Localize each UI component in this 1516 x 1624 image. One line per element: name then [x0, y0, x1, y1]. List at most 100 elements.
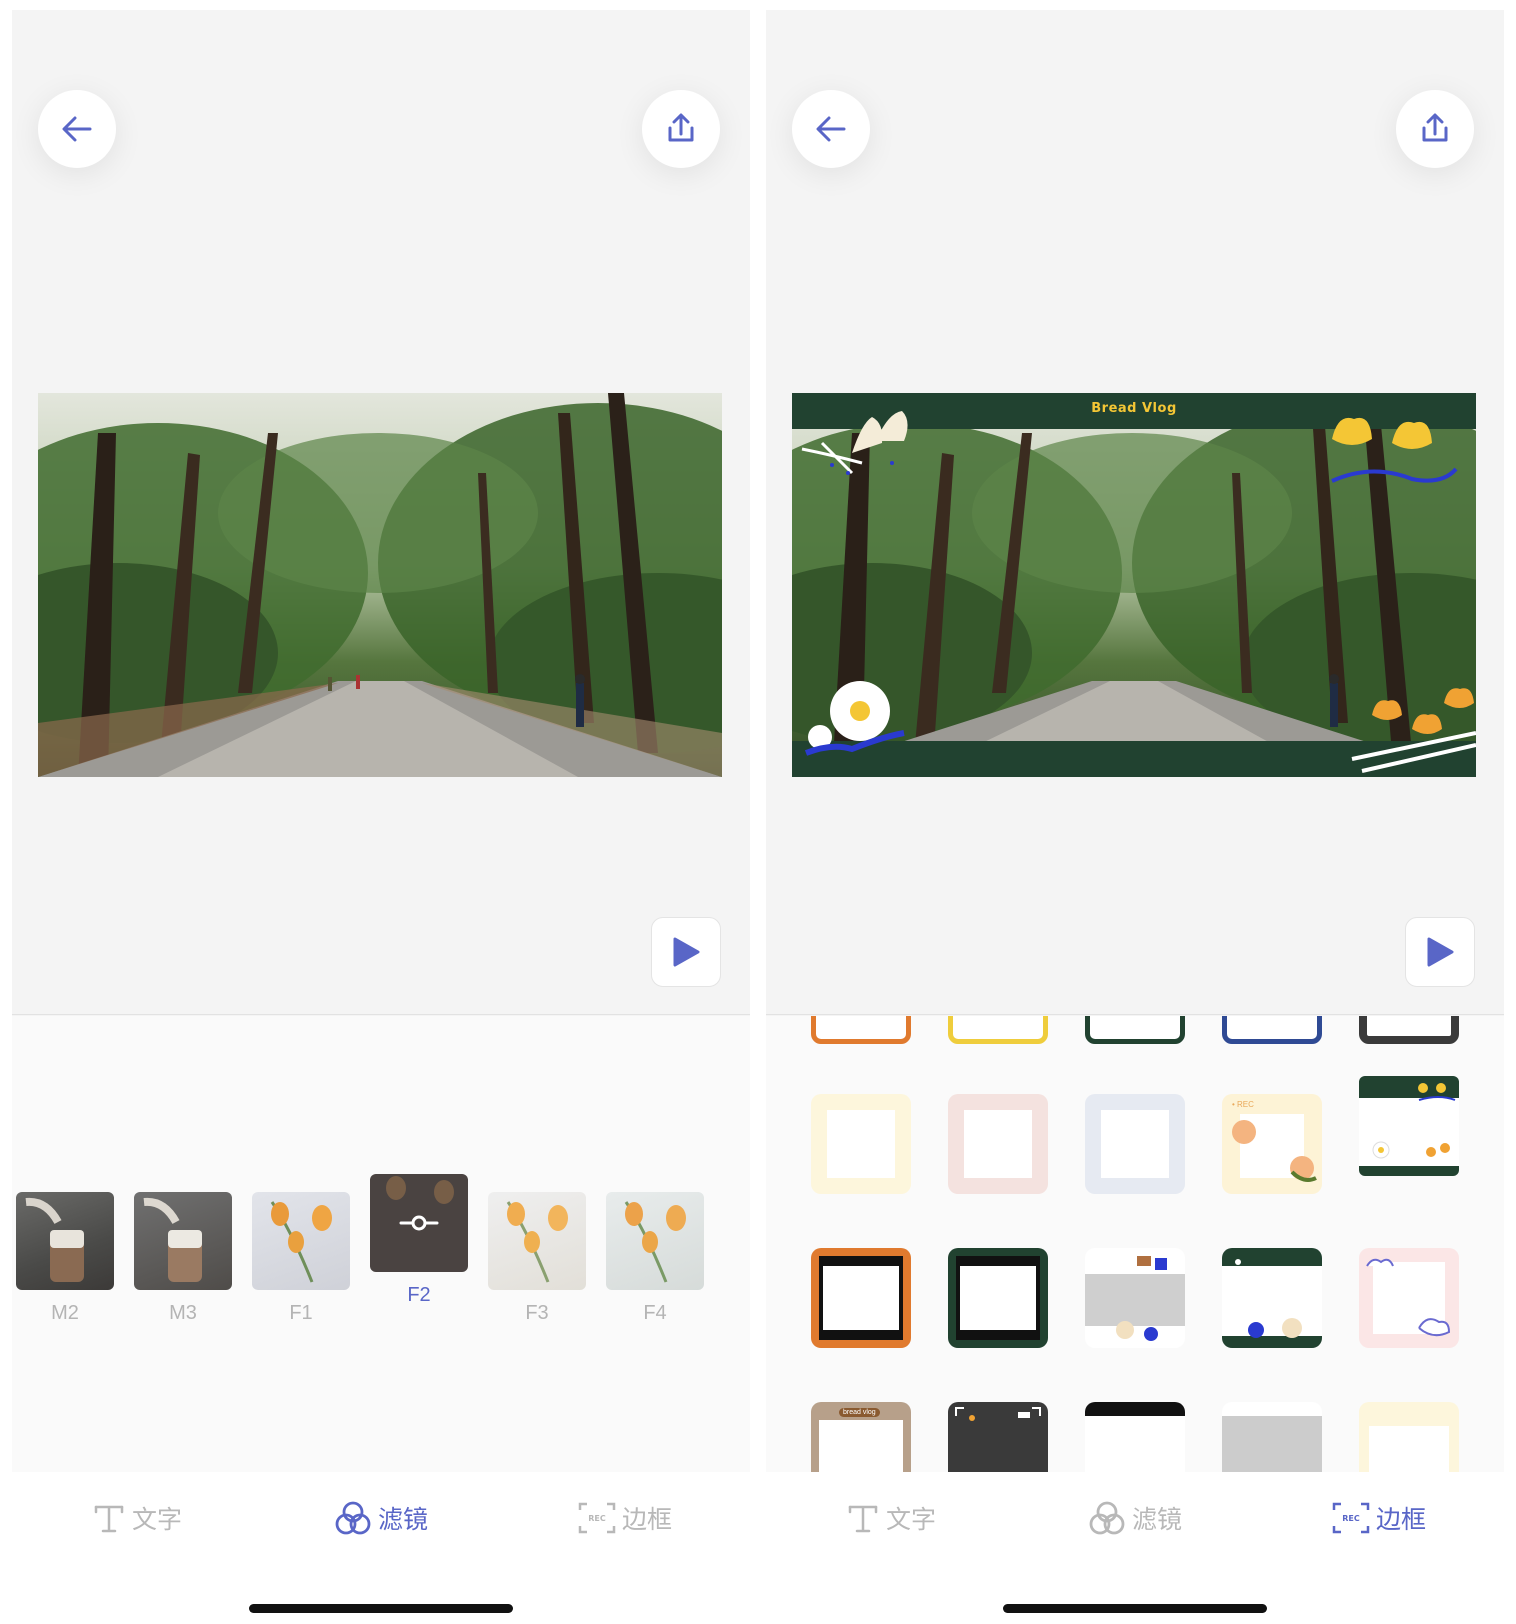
frame-option-orange-border[interactable] [811, 1016, 911, 1044]
tab-label: 边框 [622, 1506, 673, 1534]
home-indicator [1003, 1604, 1267, 1613]
screen-frame: Bread Vlog • REC bread vlog 文字 滤镜 REC 边框 [766, 10, 1504, 1616]
jar-image [25, 1197, 84, 1282]
frame-option-film-green[interactable] [948, 1248, 1048, 1348]
share-icon [668, 113, 694, 142]
filter-thumbnail [370, 1174, 468, 1272]
preview-area [12, 10, 750, 1015]
filter-thumbnail [16, 1192, 114, 1290]
filter-item-m2[interactable]: M2 [16, 1192, 114, 1325]
frame-option-bread-gray[interactable] [1085, 1248, 1185, 1348]
tulip-image [270, 1201, 332, 1283]
frame-option-film-orange[interactable] [811, 1248, 911, 1348]
tulip-image [506, 1201, 568, 1283]
frame-inner [823, 1266, 899, 1330]
frame-stickers [801, 411, 1476, 773]
tab-filter[interactable]: 滤镜 [1088, 1498, 1182, 1538]
video-preview[interactable]: Bread Vlog [792, 393, 1476, 777]
filter-list: M2 M3 F1 F2 F3 F4 [12, 1016, 750, 1472]
frame-inner [1101, 1110, 1169, 1178]
tab-label: 文字 [886, 1506, 937, 1534]
tab-text[interactable]: 文字 [846, 1498, 936, 1538]
home-indicator [249, 1604, 513, 1613]
filter-thumbnail [134, 1192, 232, 1290]
arrow-left-icon [816, 116, 846, 142]
camera-hud-icon [955, 1407, 1041, 1421]
filter-label: M2 [51, 1302, 79, 1324]
frame-option-lightblue[interactable] [1085, 1094, 1185, 1194]
tab-label: 边框 [1376, 1506, 1427, 1534]
tab-filter[interactable]: 滤镜 [334, 1498, 428, 1538]
filter-label: F1 [289, 1302, 313, 1324]
frame-option-black-top[interactable] [1085, 1402, 1185, 1472]
peach-sticker [1232, 1120, 1317, 1182]
bottom-tab-bar: 文字 滤镜 REC 边框 [766, 1472, 1504, 1616]
bread-sticker [1235, 1259, 1302, 1338]
preview-area: Bread Vlog [766, 10, 1504, 1015]
filter-label: M3 [169, 1302, 197, 1324]
frame-option-dark-camera[interactable] [948, 1402, 1048, 1472]
arrow-left-icon [62, 116, 92, 142]
frame-inner [964, 1110, 1032, 1178]
filter-icon [335, 1501, 371, 1535]
frame-option-tulip-green[interactable] [1359, 1076, 1459, 1176]
yellow-tulip-sticker [1331, 417, 1458, 483]
cloud-sticker [1366, 1258, 1451, 1337]
filter-item-m3[interactable]: M3 [134, 1192, 232, 1325]
filter-item-f4[interactable]: F4 [606, 1192, 704, 1325]
jar-image [143, 1197, 202, 1282]
frame-option-bread-vlog-brown[interactable]: bread vlog [811, 1402, 911, 1472]
frame-option-cream[interactable] [811, 1094, 911, 1194]
filter-panel: M2 M3 F1 F2 F3 F4 [12, 1016, 750, 1472]
filter-icon [1089, 1501, 1125, 1535]
filter-item-f1[interactable]: F1 [252, 1192, 350, 1325]
back-button[interactable] [792, 90, 870, 168]
frame-option-pink[interactable] [948, 1094, 1048, 1194]
share-button[interactable] [642, 90, 720, 168]
share-button[interactable] [1396, 90, 1474, 168]
bottom-tab-bar: 文字 滤镜 REC 边框 [12, 1472, 750, 1616]
orange-tulip-sticker [1351, 688, 1476, 773]
frame-band [1085, 1402, 1185, 1416]
svg-text:REC: REC [588, 1514, 606, 1523]
filter-label: F2 [407, 1284, 431, 1306]
filter-item-f2[interactable]: F2 [370, 1174, 468, 1307]
film-strip [956, 1256, 1040, 1340]
frame-option-chalk-border[interactable] [1359, 1016, 1459, 1044]
frame-option-cloud-pink[interactable] [1359, 1248, 1459, 1348]
play-icon [1427, 937, 1454, 967]
back-button[interactable] [38, 90, 116, 168]
play-button[interactable] [651, 917, 721, 987]
frame-option-yellow-border[interactable] [948, 1016, 1048, 1044]
tab-label: 滤镜 [378, 1506, 429, 1534]
filter-item-f3[interactable]: F3 [488, 1192, 586, 1325]
frame-option-bread-green[interactable] [1222, 1248, 1322, 1348]
play-icon [673, 937, 700, 967]
tab-label: 文字 [132, 1506, 183, 1534]
play-button[interactable] [1405, 917, 1475, 987]
film-strip [819, 1256, 903, 1340]
frame-option-green-border[interactable] [1085, 1016, 1185, 1044]
tab-label: 滤镜 [1132, 1506, 1183, 1534]
text-icon [94, 1505, 124, 1533]
frame-option-peach-rec[interactable]: • REC [1222, 1094, 1322, 1194]
tulip-image [624, 1201, 686, 1283]
filter-thumbnail [606, 1192, 704, 1290]
frame-option-blue-border[interactable] [1222, 1016, 1322, 1044]
svg-text:REC: REC [1342, 1514, 1360, 1523]
white-tulip-sticker [801, 411, 908, 475]
rec-frame-icon: REC [578, 1502, 616, 1534]
filter-thumbnail [252, 1192, 350, 1290]
tab-text[interactable]: 文字 [92, 1498, 182, 1538]
daisy-sticker [804, 681, 905, 756]
share-icon [1422, 113, 1448, 142]
video-preview[interactable] [38, 393, 722, 777]
frame-option-cream-2[interactable] [1359, 1402, 1459, 1472]
flower-sticker [1372, 1083, 1456, 1159]
tab-frame[interactable]: REC 边框 [1332, 1498, 1426, 1538]
frame-inner [960, 1266, 1036, 1330]
tab-frame[interactable]: REC 边框 [578, 1498, 672, 1538]
frame-option-gray-band[interactable] [1222, 1402, 1322, 1472]
frame-band [1222, 1416, 1322, 1472]
filter-thumbnail [488, 1192, 586, 1290]
